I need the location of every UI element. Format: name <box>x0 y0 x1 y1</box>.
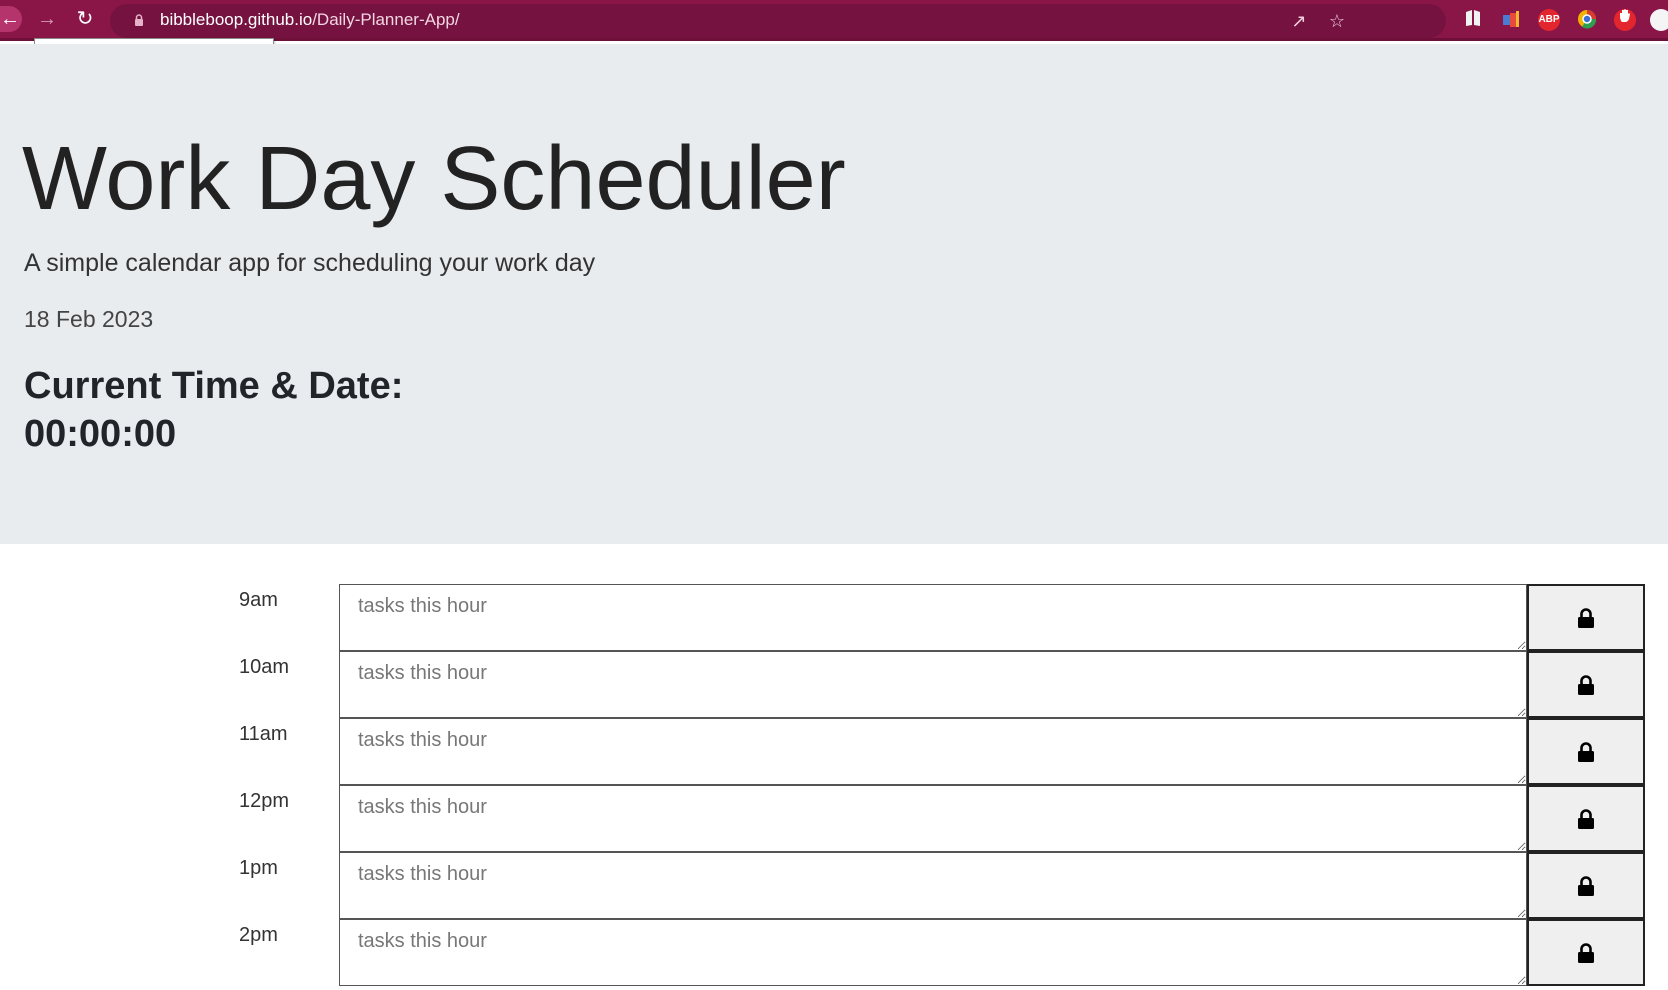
current-time-heading: Current Time & Date: 00:00:00 <box>24 362 403 458</box>
task-input[interactable] <box>340 719 1526 784</box>
lock-icon <box>1578 942 1594 963</box>
hour-label: 12pm <box>239 790 290 812</box>
lock-icon <box>1578 674 1594 695</box>
save-button[interactable] <box>1527 919 1645 986</box>
current-time-label: Current Time & Date: <box>24 365 404 407</box>
save-button[interactable] <box>1527 852 1645 919</box>
task-description <box>339 651 1527 718</box>
task-description <box>339 919 1527 986</box>
task-input[interactable] <box>340 585 1526 650</box>
task-input[interactable] <box>340 853 1526 918</box>
reader-icon[interactable] <box>1462 9 1484 31</box>
current-time-value: 00:00:00 <box>24 413 177 455</box>
ext-flag-icon[interactable] <box>1500 9 1522 31</box>
time-block-row: 2pm <box>0 919 1668 986</box>
save-button[interactable] <box>1527 584 1645 651</box>
time-block-row: 9am <box>0 584 1668 651</box>
reload-button[interactable]: ↻ <box>72 6 98 32</box>
current-day: 18 Feb 2023 <box>24 306 154 332</box>
time-block-row: 12pm <box>0 785 1668 852</box>
chrome-ext-icon[interactable] <box>1576 9 1598 31</box>
hour-label: 11am <box>239 723 288 745</box>
save-button[interactable] <box>1527 718 1645 785</box>
forward-button[interactable]: → <box>34 6 60 32</box>
profile-avatar-icon[interactable] <box>1650 9 1668 31</box>
share-icon[interactable]: ↗ <box>1288 10 1310 32</box>
abp-icon[interactable]: ABP <box>1538 9 1560 31</box>
time-block-row: 1pm <box>0 852 1668 919</box>
secure-lock-icon[interactable] <box>134 14 144 26</box>
time-block-row: 10am <box>0 651 1668 718</box>
task-description <box>339 785 1527 852</box>
task-description <box>339 852 1527 919</box>
hour-label: 1pm <box>239 857 278 879</box>
hour-label: 2pm <box>239 924 278 946</box>
page-title: Work Day Scheduler <box>22 129 846 229</box>
arrow-left-icon: ← <box>0 8 20 30</box>
url-path: /Daily-Planner-App/ <box>312 10 460 29</box>
lock-icon <box>1578 607 1594 628</box>
header: Work Day Scheduler A simple calendar app… <box>0 44 1668 544</box>
address-bar[interactable]: bibbleboop.github.io/Daily-Planner-App/ … <box>110 4 1446 38</box>
hour-label: 10am <box>239 656 290 678</box>
task-description <box>339 718 1527 785</box>
save-button[interactable] <box>1527 651 1645 718</box>
back-button[interactable]: ← <box>0 6 22 32</box>
lock-icon <box>1578 808 1594 829</box>
arrow-right-icon: → <box>37 8 57 30</box>
lock-icon <box>1578 875 1594 896</box>
lock-icon <box>1578 741 1594 762</box>
hour-label: 9am <box>239 589 278 611</box>
page-subtitle: A simple calendar app for scheduling you… <box>24 249 596 277</box>
task-input[interactable] <box>340 920 1526 985</box>
reload-icon: ↻ <box>76 8 94 30</box>
task-input[interactable] <box>340 652 1526 717</box>
task-input[interactable] <box>340 786 1526 851</box>
task-description <box>339 584 1527 651</box>
bookmark-star-icon[interactable]: ☆ <box>1326 10 1348 32</box>
url-host: bibbleboop.github.io <box>160 10 313 29</box>
url-text[interactable]: bibbleboop.github.io/Daily-Planner-App/ <box>160 10 460 30</box>
stop-hand-icon[interactable] <box>1614 9 1636 31</box>
time-block-row: 11am <box>0 718 1668 785</box>
save-button[interactable] <box>1527 785 1645 852</box>
browser-toolbar: ← → ↻ bibbleboop.github.io/Daily-Planner… <box>0 0 1668 41</box>
